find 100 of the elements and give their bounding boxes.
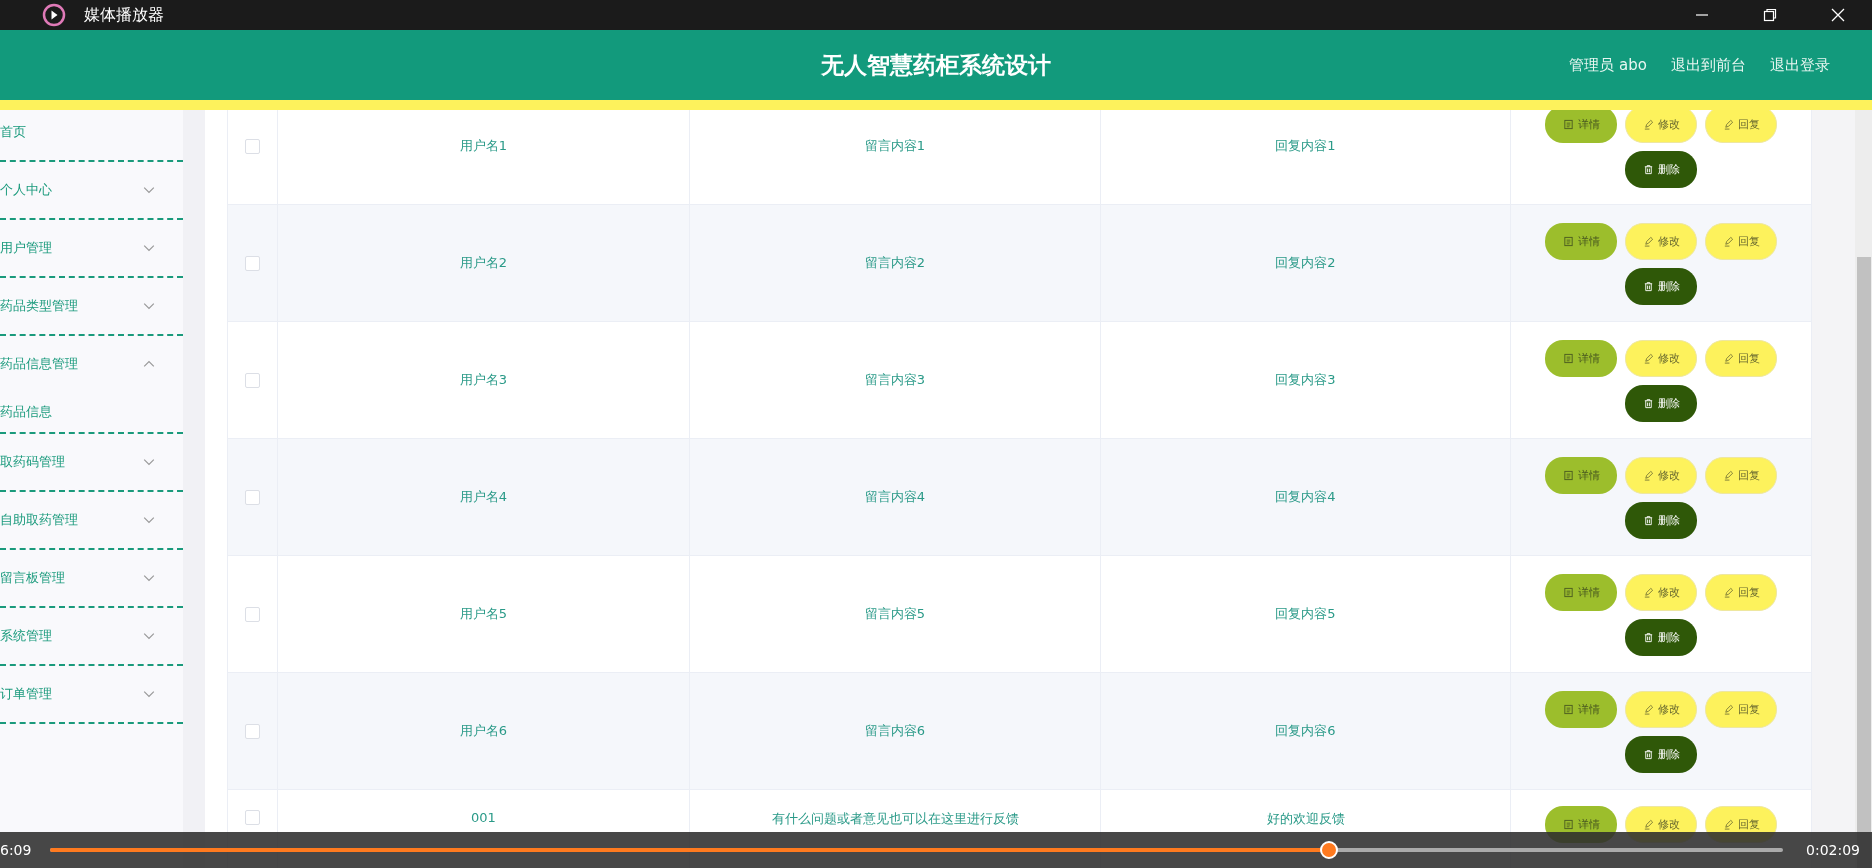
trash-icon xyxy=(1642,398,1654,409)
detail-button[interactable]: 详情 xyxy=(1545,110,1617,143)
pencil-icon xyxy=(1722,470,1734,481)
header-link[interactable]: 退出到前台 xyxy=(1671,55,1746,75)
pencil-icon xyxy=(1642,587,1654,598)
row-checkbox[interactable] xyxy=(245,138,260,154)
detail-button[interactable]: 详情 xyxy=(1545,223,1617,260)
sidebar-item[interactable]: 用户管理 xyxy=(0,239,52,257)
table-cell: 用户名1 xyxy=(459,137,508,155)
sidebar-item[interactable]: 系统管理 xyxy=(0,627,52,645)
delete-button[interactable]: 删除 xyxy=(1625,736,1697,773)
restore-icon[interactable] xyxy=(1762,7,1778,23)
table-cell: 好的欢迎反馈 xyxy=(1266,810,1345,828)
row-checkbox[interactable] xyxy=(245,723,260,739)
pencil-icon xyxy=(1642,819,1654,830)
sidebar-item[interactable]: 首页 xyxy=(0,123,26,141)
table-cell: 用户名3 xyxy=(459,371,508,389)
sidebar-subitem[interactable]: 药品信息 xyxy=(0,403,52,421)
edit-button[interactable]: 修改 xyxy=(1625,457,1697,494)
table-cell: 有什么问题或者意见也可以在这里进行反馈 xyxy=(771,810,1019,828)
table-cell: 回复内容3 xyxy=(1275,371,1336,389)
chevron-down-icon[interactable] xyxy=(143,300,155,312)
pencil-icon xyxy=(1642,353,1654,364)
header-link[interactable]: 管理员 abo xyxy=(1569,55,1647,75)
chevron-down-icon[interactable] xyxy=(143,630,155,642)
detail-button[interactable]: 详情 xyxy=(1545,691,1617,728)
reply-button[interactable]: 回复 xyxy=(1705,223,1777,260)
pencil-icon xyxy=(1642,470,1654,481)
remaining-time: 0:02:09 xyxy=(1806,842,1860,858)
sidebar-item[interactable]: 订单管理 xyxy=(0,685,52,703)
delete-button[interactable]: 删除 xyxy=(1625,385,1697,422)
table-cell: 留言内容6 xyxy=(864,722,926,740)
row-checkbox[interactable] xyxy=(245,606,260,622)
trash-icon xyxy=(1642,749,1654,760)
detail-button[interactable]: 详情 xyxy=(1545,574,1617,611)
document-icon xyxy=(1562,470,1574,481)
sidebar-item[interactable]: 药品类型管理 xyxy=(0,297,78,315)
detail-button[interactable]: 详情 xyxy=(1545,457,1617,494)
row-checkbox[interactable] xyxy=(245,372,260,388)
edit-button[interactable]: 修改 xyxy=(1625,110,1697,143)
trash-icon xyxy=(1642,515,1654,526)
delete-button[interactable]: 删除 xyxy=(1625,268,1697,305)
trash-icon xyxy=(1642,281,1654,292)
trash-icon xyxy=(1642,164,1654,175)
sidebar-item[interactable]: 自助取药管理 xyxy=(0,511,78,529)
edit-button[interactable]: 修改 xyxy=(1625,340,1697,377)
row-checkbox[interactable] xyxy=(245,255,260,271)
sidebar-item[interactable]: 留言板管理 xyxy=(0,569,65,587)
reply-button[interactable]: 回复 xyxy=(1705,574,1777,611)
table-cell: 回复内容4 xyxy=(1275,488,1336,506)
table-cell: 用户名5 xyxy=(459,605,508,623)
reply-button[interactable]: 回复 xyxy=(1705,457,1777,494)
delete-button[interactable]: 删除 xyxy=(1625,151,1697,188)
pencil-icon xyxy=(1642,236,1654,247)
table-cell: 留言内容4 xyxy=(864,488,926,506)
chevron-down-icon[interactable] xyxy=(143,242,155,254)
window-title: 媒体播放器 xyxy=(84,4,164,26)
play-icon xyxy=(42,3,66,27)
elapsed-time: 6:09 xyxy=(0,842,32,858)
edit-button[interactable]: 修改 xyxy=(1625,223,1697,260)
chevron-up-icon[interactable] xyxy=(143,358,155,370)
chevron-down-icon[interactable] xyxy=(143,456,155,468)
delete-button[interactable]: 删除 xyxy=(1625,619,1697,656)
document-icon xyxy=(1562,353,1574,364)
pencil-icon xyxy=(1722,704,1734,715)
document-icon xyxy=(1562,819,1574,830)
chevron-down-icon[interactable] xyxy=(143,514,155,526)
table-cell: 留言内容1 xyxy=(864,137,926,155)
pencil-icon xyxy=(1642,704,1654,715)
table-cell: 用户名4 xyxy=(459,488,508,506)
pencil-icon xyxy=(1642,119,1654,130)
edit-button[interactable]: 修改 xyxy=(1625,691,1697,728)
edit-button[interactable]: 修改 xyxy=(1625,574,1697,611)
table-cell: 回复内容2 xyxy=(1275,254,1336,272)
sidebar-item[interactable]: 取药码管理 xyxy=(0,453,65,471)
reply-button[interactable]: 回复 xyxy=(1705,340,1777,377)
pencil-icon xyxy=(1722,819,1734,830)
header-link[interactable]: 退出登录 xyxy=(1770,55,1830,75)
document-icon xyxy=(1562,119,1574,130)
chevron-down-icon[interactable] xyxy=(143,688,155,700)
chevron-down-icon[interactable] xyxy=(143,572,155,584)
reply-button[interactable]: 回复 xyxy=(1705,691,1777,728)
row-checkbox[interactable] xyxy=(245,810,260,825)
document-icon xyxy=(1562,236,1574,247)
pencil-icon xyxy=(1722,353,1734,364)
trash-icon xyxy=(1642,632,1654,643)
pencil-icon xyxy=(1722,236,1734,247)
delete-button[interactable]: 删除 xyxy=(1625,502,1697,539)
detail-button[interactable]: 详情 xyxy=(1545,340,1617,377)
table-cell: 回复内容5 xyxy=(1275,605,1336,623)
sidebar-item[interactable]: 个人中心 xyxy=(0,181,52,199)
table-cell: 留言内容5 xyxy=(864,605,926,623)
table-cell: 留言内容2 xyxy=(864,254,926,272)
pencil-icon xyxy=(1722,587,1734,598)
close-icon[interactable] xyxy=(1830,7,1846,23)
chevron-down-icon[interactable] xyxy=(143,184,155,196)
document-icon xyxy=(1562,704,1574,715)
sidebar-item[interactable]: 药品信息管理 xyxy=(0,355,78,373)
row-checkbox[interactable] xyxy=(245,489,260,505)
reply-button[interactable]: 回复 xyxy=(1705,110,1777,143)
